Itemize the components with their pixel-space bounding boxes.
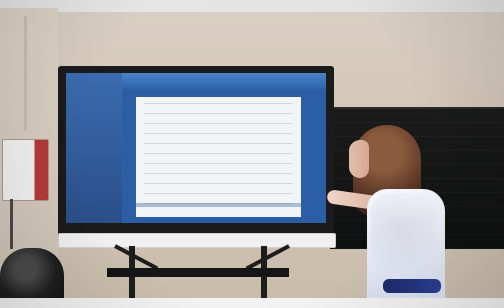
document-lines xyxy=(144,103,293,207)
photo-border-top xyxy=(0,0,504,12)
wall-pipe xyxy=(24,16,27,131)
stand-left-bracket xyxy=(114,244,159,271)
stand-right-bracket xyxy=(245,244,290,271)
wall-electrical-box xyxy=(2,139,49,201)
display-screen xyxy=(66,73,326,223)
photo-border-bottom xyxy=(0,298,504,308)
screen-document-page xyxy=(136,97,301,217)
interactive-display xyxy=(58,66,334,241)
presenter-belt xyxy=(383,279,441,293)
presenter xyxy=(323,115,453,308)
screen-left-panel xyxy=(66,73,122,223)
hanging-cable xyxy=(10,199,13,249)
photo-scene xyxy=(0,0,504,308)
stand-shelf xyxy=(107,268,289,277)
presenter-face xyxy=(349,140,369,178)
document-footer-bar xyxy=(136,203,301,207)
